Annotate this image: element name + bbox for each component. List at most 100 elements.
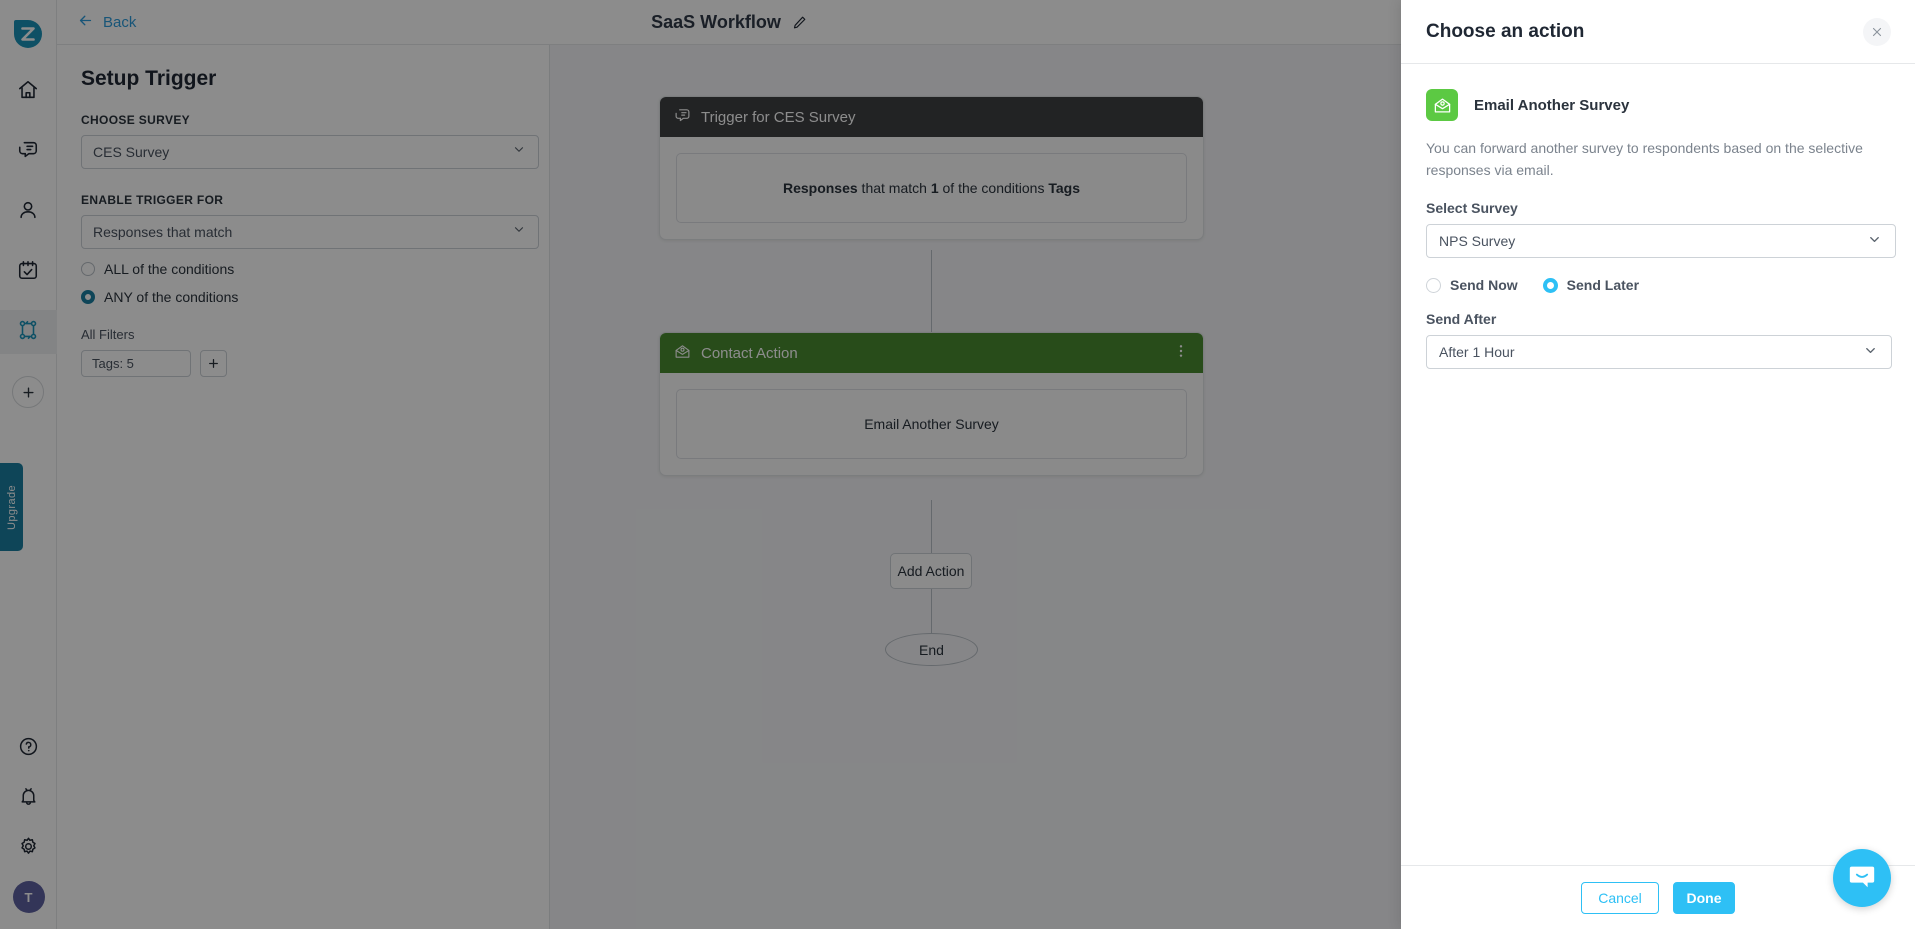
chat-icon bbox=[674, 107, 691, 128]
end-node[interactable]: End bbox=[885, 633, 978, 666]
radio-indicator bbox=[1542, 277, 1558, 293]
sidebar-item-workflows[interactable] bbox=[0, 310, 57, 354]
connector-line bbox=[931, 500, 932, 553]
choose-action-drawer: Choose an action Email Another Survey Yo… bbox=[1401, 0, 1915, 929]
action-node-body: Email Another Survey bbox=[660, 373, 1203, 475]
send-after-dropdown[interactable]: After 1 Hour bbox=[1426, 335, 1892, 370]
add-action-button[interactable]: Add Action bbox=[890, 553, 972, 589]
upgrade-button[interactable]: Upgrade bbox=[0, 463, 23, 551]
upgrade-label: Upgrade bbox=[5, 484, 18, 530]
back-button[interactable]: Back bbox=[77, 12, 136, 33]
radio-indicator bbox=[81, 262, 95, 276]
radio-indicator bbox=[81, 290, 95, 304]
radio-indicator bbox=[1426, 277, 1441, 293]
add-filter-button[interactable] bbox=[200, 350, 227, 377]
cancel-button[interactable]: Cancel bbox=[1581, 881, 1659, 914]
sidebar-item-tasks[interactable] bbox=[0, 250, 57, 294]
chat-widget-button[interactable] bbox=[1833, 849, 1891, 907]
workflow-canvas: Trigger for CES Survey Responses that ma… bbox=[550, 45, 1401, 929]
email-open-icon bbox=[1426, 89, 1458, 121]
avatar[interactable]: T bbox=[12, 881, 45, 913]
rail-bottom-items: T bbox=[0, 731, 57, 913]
trigger-summary-mid1: that match bbox=[857, 180, 931, 196]
filter-row: Tags: 5 bbox=[81, 350, 525, 377]
pencil-icon[interactable] bbox=[792, 15, 807, 30]
close-icon[interactable] bbox=[1863, 17, 1891, 46]
setup-trigger-title: Setup Trigger bbox=[81, 67, 217, 90]
home-icon bbox=[17, 79, 39, 106]
choose-survey-label: CHOOSE SURVEY bbox=[81, 113, 191, 127]
trigger-node[interactable]: Trigger for CES Survey Responses that ma… bbox=[659, 96, 1204, 240]
radio-all-conditions-label: ALL of the conditions bbox=[104, 261, 235, 277]
trigger-summary-field: Tags bbox=[1048, 180, 1081, 196]
radio-any-conditions-label: ANY of the conditions bbox=[104, 289, 239, 305]
sidebar-item-help[interactable] bbox=[0, 731, 57, 767]
action-node[interactable]: Contact Action Email Another Survey bbox=[659, 332, 1204, 476]
kebab-menu-icon[interactable] bbox=[1173, 343, 1189, 363]
drawer-header: Choose an action bbox=[1401, 0, 1915, 64]
workflow-title-wrap: SaaS Workflow bbox=[57, 0, 1401, 45]
trigger-node-title: Trigger for CES Survey bbox=[701, 108, 856, 126]
select-survey-value: NPS Survey bbox=[1439, 233, 1516, 250]
action-summary[interactable]: Email Another Survey bbox=[676, 389, 1187, 459]
radio-send-later-label: Send Later bbox=[1566, 277, 1640, 294]
drawer-title: Choose an action bbox=[1426, 20, 1585, 42]
select-survey-label: Select Survey bbox=[1426, 200, 1518, 217]
trigger-summary-subject: Responses bbox=[782, 180, 858, 196]
left-icon-rail: T Upgrade bbox=[0, 0, 57, 929]
action-name: Email Another Survey bbox=[1474, 96, 1630, 114]
trigger-summary-count: 1 bbox=[930, 180, 939, 196]
radio-any-conditions[interactable]: ANY of the conditions bbox=[81, 289, 525, 305]
trigger-condition-summary[interactable]: Responses that match 1 of the conditions… bbox=[676, 153, 1187, 223]
all-filters-label: All Filters bbox=[81, 327, 135, 342]
setup-trigger-panel: Setup Trigger CHOOSE SURVEY CES Survey E… bbox=[57, 45, 550, 929]
sidebar-item-home[interactable] bbox=[0, 70, 57, 114]
radio-send-now-label: Send Now bbox=[1450, 277, 1518, 294]
enable-trigger-select[interactable]: Responses that match bbox=[81, 215, 539, 249]
enable-trigger-value: Responses that match bbox=[93, 224, 233, 240]
chevron-down-icon bbox=[512, 143, 526, 162]
action-header: Email Another Survey bbox=[1426, 89, 1890, 121]
filter-chip-tags[interactable]: Tags: 5 bbox=[81, 350, 191, 377]
sidebar-item-feedback[interactable] bbox=[0, 130, 57, 174]
trigger-node-header: Trigger for CES Survey bbox=[660, 97, 1203, 137]
chevron-down-icon bbox=[1867, 232, 1882, 250]
radio-all-conditions[interactable]: ALL of the conditions bbox=[81, 261, 525, 277]
action-description: You can forward another survey to respon… bbox=[1426, 140, 1863, 178]
arrow-left-icon bbox=[77, 12, 94, 33]
connector-line bbox=[931, 589, 932, 633]
drawer-body: Email Another Survey You can forward ano… bbox=[1401, 64, 1915, 865]
select-survey-dropdown[interactable]: NPS Survey bbox=[1426, 224, 1896, 259]
sidebar-item-settings[interactable] bbox=[0, 831, 57, 867]
send-after-label: Send After bbox=[1426, 311, 1497, 328]
action-node-header: Contact Action bbox=[660, 333, 1203, 373]
done-button[interactable]: Done bbox=[1673, 881, 1735, 914]
enable-trigger-label: ENABLE TRIGGER FOR bbox=[81, 193, 224, 207]
gear-icon bbox=[18, 836, 39, 862]
rail-nav-items bbox=[0, 70, 57, 408]
calendar-check-icon bbox=[17, 259, 39, 286]
help-circle-icon bbox=[18, 736, 39, 762]
choose-survey-value: CES Survey bbox=[93, 144, 170, 160]
back-label: Back bbox=[103, 13, 137, 31]
user-icon bbox=[17, 199, 39, 226]
add-new-button[interactable] bbox=[12, 376, 44, 408]
app-root: T Upgrade Back SaaS Workflow Setup Trigg… bbox=[0, 0, 1915, 929]
chat-smile-icon bbox=[1847, 861, 1877, 896]
sidebar-item-notifications[interactable] bbox=[0, 781, 57, 817]
app-backdrop: T Upgrade Back SaaS Workflow Setup Trigg… bbox=[0, 0, 1401, 929]
trigger-node-body: Responses that match 1 of the conditions… bbox=[660, 137, 1203, 239]
chevron-down-icon bbox=[1863, 343, 1878, 361]
top-bar: Back SaaS Workflow bbox=[57, 0, 1401, 45]
zonka-logo[interactable] bbox=[8, 14, 48, 54]
bell-icon bbox=[18, 786, 39, 812]
chevron-down-icon bbox=[512, 223, 526, 242]
workflow-icon bbox=[17, 319, 39, 346]
page-title: SaaS Workflow bbox=[651, 12, 781, 32]
choose-survey-select[interactable]: CES Survey bbox=[81, 135, 539, 169]
send-timing-radio-group: Send Now Send Later bbox=[1426, 277, 1890, 293]
radio-send-now[interactable]: Send Now bbox=[1426, 277, 1518, 293]
email-open-icon bbox=[674, 343, 691, 364]
sidebar-item-contacts[interactable] bbox=[0, 190, 57, 234]
radio-send-later[interactable]: Send Later bbox=[1542, 277, 1640, 294]
